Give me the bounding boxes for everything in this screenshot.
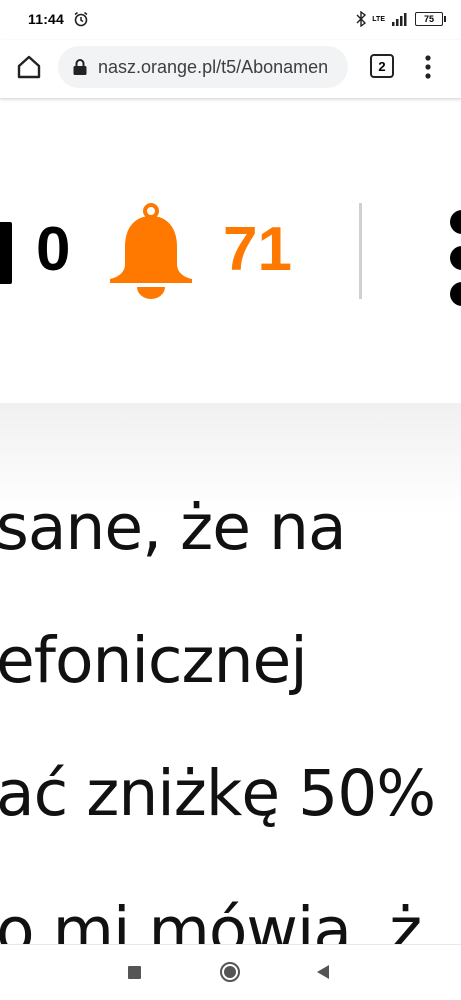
- recents-icon[interactable]: [128, 966, 141, 979]
- bluetooth-icon: [356, 11, 367, 27]
- status-bar: 11:44 LTE 75: [0, 0, 461, 40]
- signal-icon: [392, 13, 407, 26]
- status-icons: LTE 75: [356, 10, 446, 28]
- more-icon[interactable]: [446, 208, 461, 308]
- post-text-line: ać zniżkę 50%: [0, 757, 436, 830]
- home-circle-icon[interactable]: [219, 961, 241, 983]
- messages-count[interactable]: 0: [36, 212, 70, 288]
- address-bar[interactable]: nasz.orange.pl/t5/Abonamen: [58, 46, 348, 88]
- status-time: 11:44: [28, 11, 65, 27]
- post-text-line: sane, że na: [0, 491, 347, 564]
- battery-icon: 75: [415, 12, 446, 26]
- notifications-count[interactable]: 71: [223, 212, 292, 288]
- tab-count: 2: [378, 58, 386, 74]
- url-text[interactable]: nasz.orange.pl/t5/Abonamen: [98, 57, 344, 78]
- bell-icon[interactable]: [106, 202, 196, 300]
- message-icon[interactable]: [0, 222, 12, 284]
- tabs-button[interactable]: 2: [370, 54, 394, 78]
- back-icon[interactable]: [314, 963, 332, 981]
- battery-level: 75: [423, 14, 434, 24]
- post-text-line: efonicznej: [0, 624, 308, 697]
- more-vert-icon[interactable]: [418, 53, 438, 81]
- alarm-icon: [74, 11, 88, 27]
- browser-toolbar: nasz.orange.pl/t5/Abonamen 2: [0, 40, 461, 99]
- header-divider: [359, 203, 362, 299]
- lock-icon: [73, 59, 87, 75]
- network-type: LTE: [372, 15, 385, 23]
- navigation-bar: [0, 944, 461, 1000]
- home-icon[interactable]: [14, 52, 44, 82]
